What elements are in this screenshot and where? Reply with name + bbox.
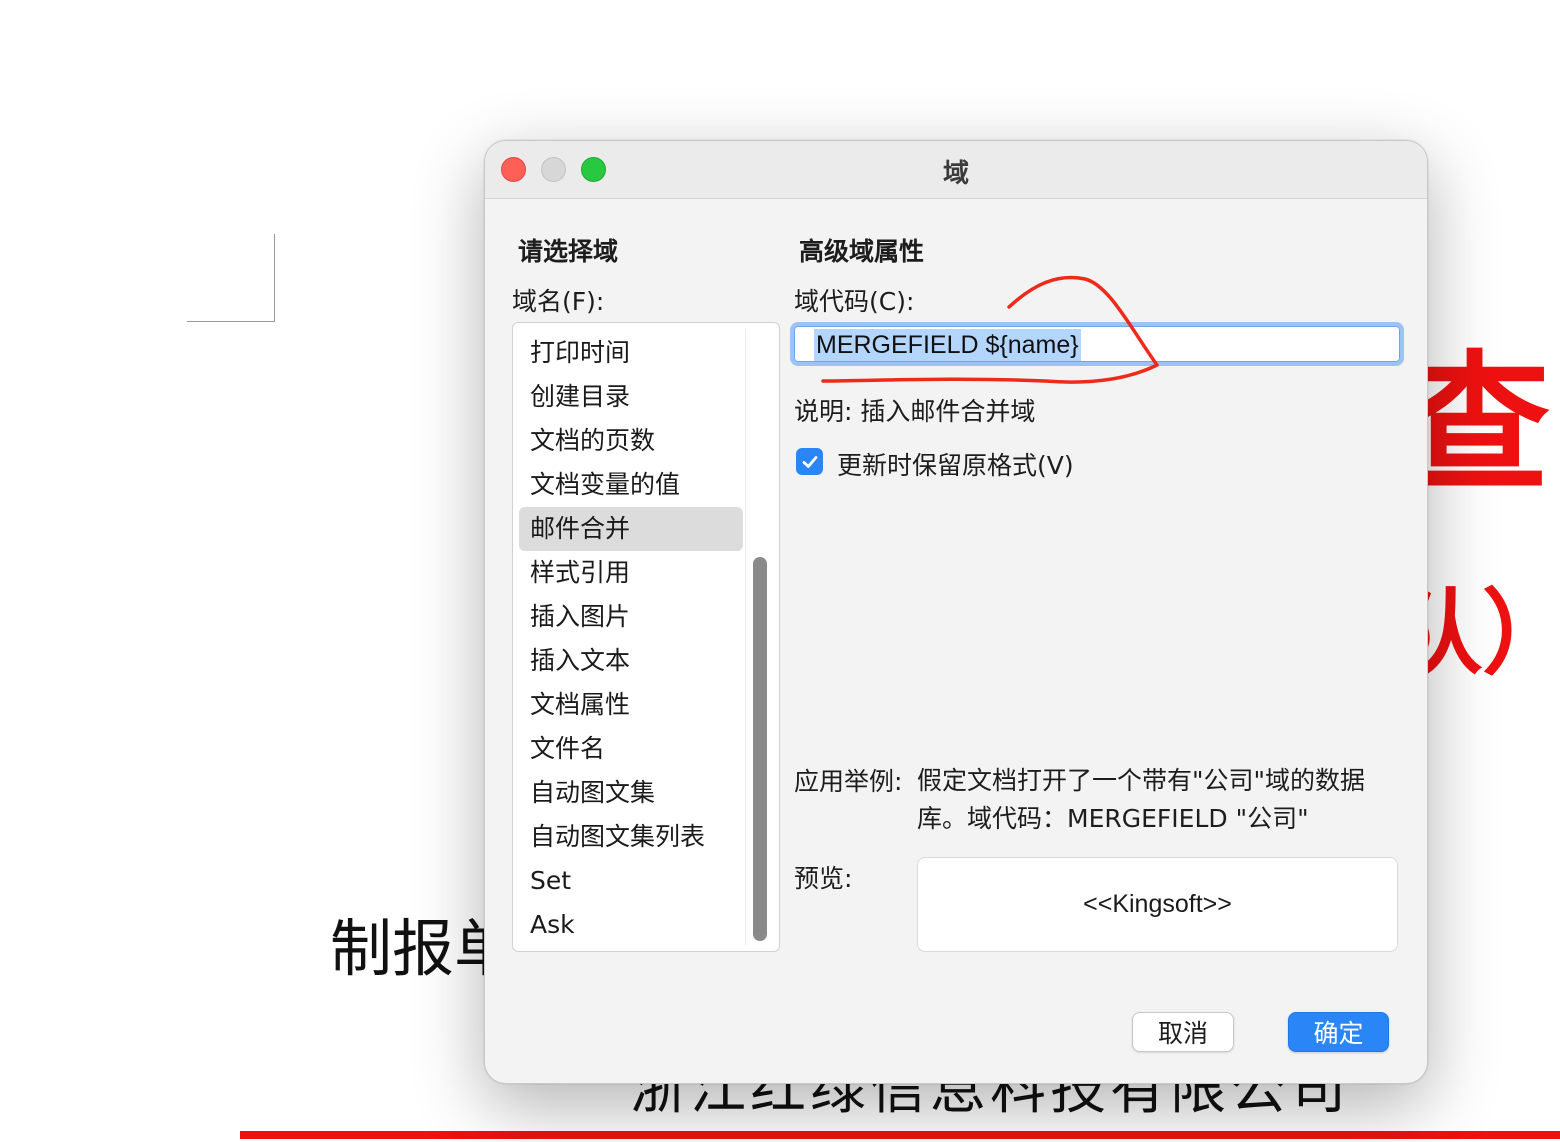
field-list-item[interactable]: 创建目录 [519,375,743,419]
dialog-titlebar: 域 [485,141,1427,199]
page-corner-mark [187,234,275,322]
field-list-item[interactable]: 文件名 [519,727,743,771]
field-list-item[interactable]: 文档属性 [519,683,743,727]
preserve-format-checkbox[interactable] [796,448,823,475]
checkmark-icon [802,455,817,468]
document-red-rule [240,1131,1560,1139]
field-code-label: 域代码(C): [794,287,915,316]
field-list-item[interactable]: 插入图片 [519,595,743,639]
advanced-properties-heading: 高级域属性 [799,237,925,266]
list-scroll-thumb[interactable] [753,557,767,941]
preview-label: 预览: [794,864,853,893]
field-description: 说明: 插入邮件合并域 [794,397,1036,426]
preview-value: <<Kingsoft>> [1083,890,1232,918]
preserve-format-label[interactable]: 更新时保留原格式(V) [837,446,1074,482]
example-label: 应用举例: [794,767,903,796]
field-name-list[interactable]: 打印时间 创建目录 文档的页数 文档变量的值 邮件合并 样式引用 插入图片 插入文本 文档属性文… [512,322,780,952]
ok-button[interactable]: 确定 [1288,1012,1389,1052]
list-scrollbar[interactable] [745,329,770,945]
preview-box: <<Kingsoft>> [917,857,1398,952]
field-list-item[interactable]: 自动图文集 [519,771,743,815]
field-list-item[interactable]: 邮件合并 [519,507,743,551]
example-text: 假定文档打开了一个带有"公司"域的数据库。域代码：MERGEFIELD "公司" [917,766,1365,833]
field-list-item[interactable]: 打印时间 [519,331,743,375]
field-name-label: 域名(F): [512,287,605,316]
field-list-item[interactable]: 文档的页数 [519,419,743,463]
field-list-item[interactable]: Set [519,859,743,903]
cancel-button[interactable]: 取消 [1132,1012,1234,1052]
field-list-item[interactable]: Ask [519,903,743,947]
field-list-item[interactable]: 自动图文集列表 [519,815,743,859]
field-dialog: 域 请选择域 高级域属性 域名(F): 域代码(C): 打印时间 创建目录 文档的页… [484,140,1428,1084]
select-field-heading: 请选择域 [518,237,619,266]
field-code-value: MERGEFIELD ${name} [814,329,1081,361]
field-list-item[interactable]: 插入文本 [519,639,743,683]
field-list-items: 打印时间 创建目录 文档的页数 文档变量的值 邮件合并 样式引用 插入图片 插入文本 文档属性文… [519,331,743,947]
field-list-item[interactable]: 样式引用 [519,551,743,595]
field-list-item[interactable]: 文档变量的值 [519,463,743,507]
field-code-input[interactable]: MERGEFIELD ${name} [790,322,1404,366]
dialog-title: 域 [942,159,969,189]
